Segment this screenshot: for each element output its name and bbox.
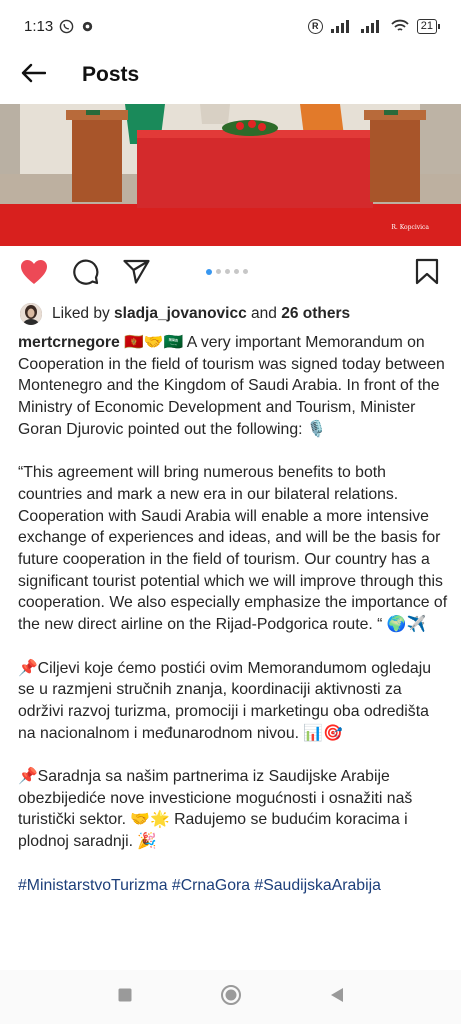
carousel-dot xyxy=(243,269,248,274)
carousel-dot-active xyxy=(206,268,212,275)
share-button[interactable] xyxy=(121,259,151,289)
send-icon xyxy=(122,259,150,289)
liked-by-prefix: Liked by xyxy=(52,305,115,322)
back-button[interactable] xyxy=(18,60,48,90)
status-right: R 21 xyxy=(307,18,441,34)
recents-button[interactable] xyxy=(113,985,137,1009)
post-image[interactable]: R. Kopcivica xyxy=(0,104,461,246)
save-button[interactable] xyxy=(412,258,442,290)
roaming-icon: R xyxy=(307,18,323,34)
bookmark-icon xyxy=(415,258,439,290)
caption-hashtags[interactable]: #MinistarstvoTurizma #CrnaGora #Saudijsk… xyxy=(18,875,448,897)
circle-icon xyxy=(220,984,242,1011)
caption-paragraph-3: 📌Ciljevi koje ćemo postići ovim Memorand… xyxy=(18,659,431,742)
caption-paragraph-4: 📌Saradnja sa našim partnerima iz Saudijs… xyxy=(18,768,413,851)
battery-icon: 21 xyxy=(416,18,441,34)
caption-username[interactable]: mertcrnegore xyxy=(18,334,120,351)
post-caption: mertcrnegore 🇲🇪🤝🇸🇦 A very important Memo… xyxy=(18,332,448,918)
signal-icon-2 xyxy=(360,19,383,33)
triangle-icon xyxy=(329,986,345,1009)
whatsapp-icon xyxy=(59,19,74,34)
liked-by-user[interactable]: sladja_jovanovicc xyxy=(114,305,247,323)
wifi-icon xyxy=(391,19,409,33)
system-nav-bar xyxy=(0,970,461,1024)
caption-paragraph-1: mertcrnegore 🇲🇪🤝🇸🇦 A very important Memo… xyxy=(18,332,448,441)
liked-by-row[interactable]: Liked by sladja_jovanovicc and 26 others xyxy=(20,300,350,328)
carousel-dot xyxy=(234,269,239,274)
photo-watermark: R. Kopcivica xyxy=(391,224,429,231)
carousel-dot xyxy=(225,269,230,274)
system-back-button[interactable] xyxy=(325,985,349,1009)
like-button[interactable] xyxy=(19,259,49,289)
liked-by-count[interactable]: 26 others xyxy=(281,305,350,323)
heart-icon xyxy=(20,259,48,290)
home-button[interactable] xyxy=(219,984,243,1011)
signal-icon-1 xyxy=(330,19,353,33)
status-time: 1:13 xyxy=(24,17,54,35)
square-icon xyxy=(117,987,133,1008)
app-header: Posts xyxy=(0,52,461,98)
back-arrow-icon xyxy=(20,63,47,88)
post-actions xyxy=(0,256,461,292)
comment-icon xyxy=(72,258,99,290)
avatar xyxy=(20,303,42,325)
page-title: Posts xyxy=(82,63,140,86)
comment-button[interactable] xyxy=(70,259,100,289)
liked-by-middle: and xyxy=(246,305,282,322)
carousel-dot xyxy=(216,269,221,274)
status-bar: 1:13 R 21 xyxy=(0,0,461,52)
caption-flags: 🇲🇪🤝🇸🇦 xyxy=(124,334,184,351)
carousel-indicator xyxy=(206,268,248,275)
notification-icon xyxy=(80,19,95,34)
caption-paragraph-2: “This agreement will bring numerous bene… xyxy=(18,464,448,634)
status-left: 1:13 xyxy=(24,18,95,35)
